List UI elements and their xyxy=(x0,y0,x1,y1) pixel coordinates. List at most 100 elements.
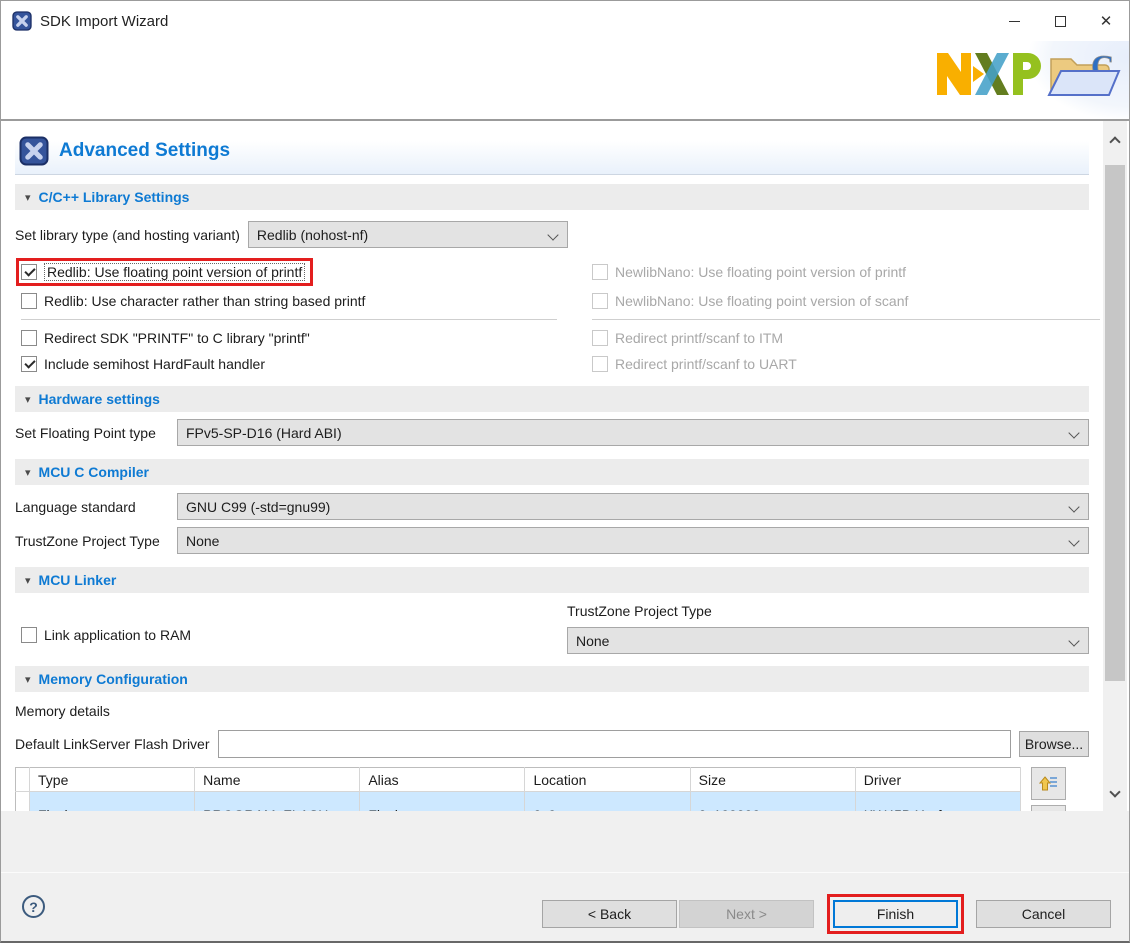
collapse-triangle-icon: ▾ xyxy=(25,393,31,406)
checkbox-redirect-sdk-printf[interactable] xyxy=(21,330,37,346)
dialog-footer: ? < Back Next > Finish Cancel xyxy=(1,811,1129,942)
highlight-box-finish: Finish xyxy=(827,894,964,934)
trustzone-type-label: TrustZone Project Type xyxy=(15,533,177,549)
footer-separator xyxy=(1,872,1129,873)
section-title: MCU C Compiler xyxy=(39,464,149,480)
checkbox-redirect-itm xyxy=(592,330,608,346)
window-title: SDK Import Wizard xyxy=(40,13,168,30)
section-mcu-linker[interactable]: ▾ MCU Linker xyxy=(15,567,1089,593)
back-button[interactable]: < Back xyxy=(542,900,677,928)
library-checkbox-grid: Redlib: Use floating point version of pr… xyxy=(15,256,1089,377)
column-header-alias[interactable]: Alias xyxy=(360,768,525,792)
linker-trustzone-value: None xyxy=(576,633,609,649)
cell-alias: Flash xyxy=(360,792,525,812)
finish-button[interactable]: Finish xyxy=(833,900,958,928)
collapse-triangle-icon: ▾ xyxy=(25,673,31,686)
scrollbar-thumb[interactable] xyxy=(1105,165,1125,681)
checkbox-label: Redirect printf/scanf to ITM xyxy=(615,330,783,346)
memory-table-row-flash[interactable]: Flash PROGRAM_FLASH Flash 0x0 0x100000 K… xyxy=(16,792,1021,812)
maximize-button[interactable] xyxy=(1037,1,1083,41)
trustzone-type-value: None xyxy=(186,533,219,549)
collapse-triangle-icon: ▾ xyxy=(25,574,31,587)
cancel-button[interactable]: Cancel xyxy=(976,900,1111,928)
checkbox-link-to-ram[interactable] xyxy=(21,627,37,643)
minimize-icon xyxy=(1009,21,1020,22)
row-stub-header xyxy=(16,768,30,792)
move-up-button[interactable] xyxy=(1031,767,1066,800)
checkbox-label[interactable]: Include semihost HardFault handler xyxy=(44,356,265,372)
wizard-page: Advanced Settings ▾ C/C++ Library Settin… xyxy=(1,119,1129,811)
section-memory-configuration[interactable]: ▾ Memory Configuration xyxy=(15,666,1089,692)
linker-grid: Link application to RAM TrustZone Projec… xyxy=(15,601,1089,654)
checkbox-newlibnano-float-scanf xyxy=(592,293,608,309)
checkbox-redlib-char-printf[interactable] xyxy=(21,293,37,309)
separator xyxy=(21,319,557,320)
scroll-up-button[interactable] xyxy=(1103,129,1127,151)
cell-location: 0x0 xyxy=(525,792,690,812)
language-standard-dropdown[interactable]: GNU C99 (-std=gnu99) xyxy=(177,493,1089,520)
memory-table: Type Name Alias Location Size Driver Fla… xyxy=(15,767,1021,811)
linker-trustzone-dropdown[interactable]: None xyxy=(567,627,1089,654)
column-header-location[interactable]: Location xyxy=(525,768,690,792)
collapse-triangle-icon: ▾ xyxy=(25,191,31,204)
c-folder-icon: C xyxy=(1045,43,1125,105)
checkbox-label: Redirect printf/scanf to UART xyxy=(615,356,797,372)
column-header-driver[interactable]: Driver xyxy=(855,768,1020,792)
library-checkboxes-left: Redlib: Use floating point version of pr… xyxy=(15,256,573,377)
language-standard-value: GNU C99 (-std=gnu99) xyxy=(186,499,330,515)
cell-name: PROGRAM_FLASH xyxy=(195,792,360,812)
vertical-scrollbar[interactable] xyxy=(1103,121,1127,811)
cell-type: Flash xyxy=(30,792,195,812)
sdk-import-wizard-window: SDK Import Wizard ✕ C xyxy=(0,0,1130,943)
section-mcu-c-compiler[interactable]: ▾ MCU C Compiler xyxy=(15,459,1089,485)
checkbox-label[interactable]: Link application to RAM xyxy=(44,627,191,643)
checkbox-label: NewlibNano: Use floating point version o… xyxy=(615,264,906,280)
advanced-settings-x-icon xyxy=(19,136,49,166)
column-header-type[interactable]: Type xyxy=(30,768,195,792)
memory-table-header-row: Type Name Alias Location Size Driver xyxy=(16,768,1021,792)
checkbox-label[interactable]: Redlib: Use character rather than string… xyxy=(44,293,365,309)
floating-point-dropdown[interactable]: FPv5-SP-D16 (Hard ABI) xyxy=(177,419,1089,446)
trustzone-type-dropdown[interactable]: None xyxy=(177,527,1089,554)
dialog-buttons: < Back Next > Finish Cancel xyxy=(542,894,1111,934)
help-button[interactable]: ? xyxy=(22,895,45,918)
browse-button[interactable]: Browse... xyxy=(1019,731,1089,757)
advanced-settings-header: Advanced Settings xyxy=(15,127,1089,175)
close-icon: ✕ xyxy=(1100,14,1113,29)
move-up-arrow-icon xyxy=(1039,774,1059,794)
separator xyxy=(592,319,1100,320)
title-bar: SDK Import Wizard ✕ xyxy=(1,1,1129,41)
scroll-down-button[interactable] xyxy=(1103,783,1127,805)
next-button: Next > xyxy=(679,900,814,928)
language-standard-label: Language standard xyxy=(15,499,177,515)
checkbox-label[interactable]: Redlib: Use floating point version of pr… xyxy=(44,263,305,281)
library-checkboxes-right: NewlibNano: Use floating point version o… xyxy=(573,256,1100,377)
column-header-size[interactable]: Size xyxy=(690,768,855,792)
section-title: Memory Configuration xyxy=(39,671,188,687)
floating-point-value: FPv5-SP-D16 (Hard ABI) xyxy=(186,425,342,441)
section-title: Hardware settings xyxy=(39,391,160,407)
library-type-dropdown[interactable]: Redlib (nohost-nf) xyxy=(248,221,568,248)
library-type-value: Redlib (nohost-nf) xyxy=(257,227,368,243)
column-header-name[interactable]: Name xyxy=(195,768,360,792)
minimize-button[interactable] xyxy=(991,1,1037,41)
cell-size: 0x100000 xyxy=(690,792,855,812)
section-title: C/C++ Library Settings xyxy=(39,189,190,205)
cell-driver: KW45B41.cfx xyxy=(855,792,1020,812)
chevron-up-icon xyxy=(1109,136,1120,147)
checkbox-semihost-hardfault[interactable] xyxy=(21,356,37,372)
section-hardware-settings[interactable]: ▾ Hardware settings xyxy=(15,386,1089,412)
logo-row: C xyxy=(1,41,1129,119)
close-button[interactable]: ✕ xyxy=(1083,1,1129,41)
app-x-icon xyxy=(12,11,32,31)
checkbox-label: NewlibNano: Use floating point version o… xyxy=(615,293,908,309)
flash-driver-input[interactable] xyxy=(218,730,1011,758)
section-library-settings[interactable]: ▾ C/C++ Library Settings xyxy=(15,184,1089,210)
checkbox-redlib-float-printf[interactable] xyxy=(21,264,37,280)
library-type-label: Set library type (and hosting variant) xyxy=(15,227,240,243)
row-stub-cell xyxy=(16,792,30,812)
checkbox-label[interactable]: Redirect SDK "PRINTF" to C library "prin… xyxy=(44,330,310,346)
linker-trustzone-label: TrustZone Project Type xyxy=(567,603,1089,619)
flash-driver-label: Default LinkServer Flash Driver xyxy=(15,736,210,752)
checkbox-newlibnano-float-printf xyxy=(592,264,608,280)
